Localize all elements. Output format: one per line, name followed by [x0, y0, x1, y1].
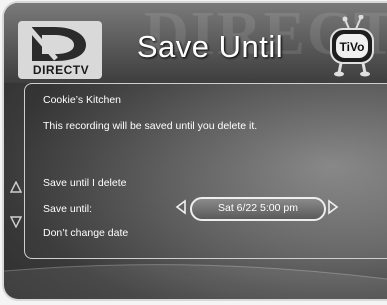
bottom-decoration	[4, 264, 387, 299]
directv-logo-text: DIRECTV	[32, 63, 90, 77]
content-panel: Cookie’s Kitchen This recording will be …	[24, 83, 387, 259]
option-save-until[interactable]: Save until:	[43, 203, 92, 215]
option-save-until-delete[interactable]: Save until I delete	[43, 177, 126, 189]
tivo-label: TiVo	[340, 40, 365, 54]
right-arrow-icon[interactable]	[327, 199, 339, 215]
info-text: This recording will be saved until you d…	[43, 120, 258, 132]
option-dont-change-date[interactable]: Don’t change date	[43, 227, 128, 239]
page-title: Save Until	[136, 29, 284, 64]
scroll-up-icon[interactable]	[10, 181, 22, 193]
save-until-screen: DIRECTV DIRECTV Save Until TiVo Cookie’s…	[4, 3, 387, 299]
directv-logo-icon	[28, 27, 86, 61]
tivo-mascot-icon: TiVo	[330, 15, 374, 77]
scroll-down-icon[interactable]	[10, 216, 22, 228]
date-value: Sat 6/22 5:00 pm	[218, 202, 298, 214]
date-selector[interactable]: Sat 6/22 5:00 pm	[190, 197, 326, 221]
directv-logo: DIRECTV	[18, 21, 102, 79]
left-arrow-icon[interactable]	[175, 199, 187, 215]
recording-title: Cookie’s Kitchen	[43, 94, 122, 106]
header-bar: DIRECTV DIRECTV Save Until TiVo	[4, 3, 387, 83]
